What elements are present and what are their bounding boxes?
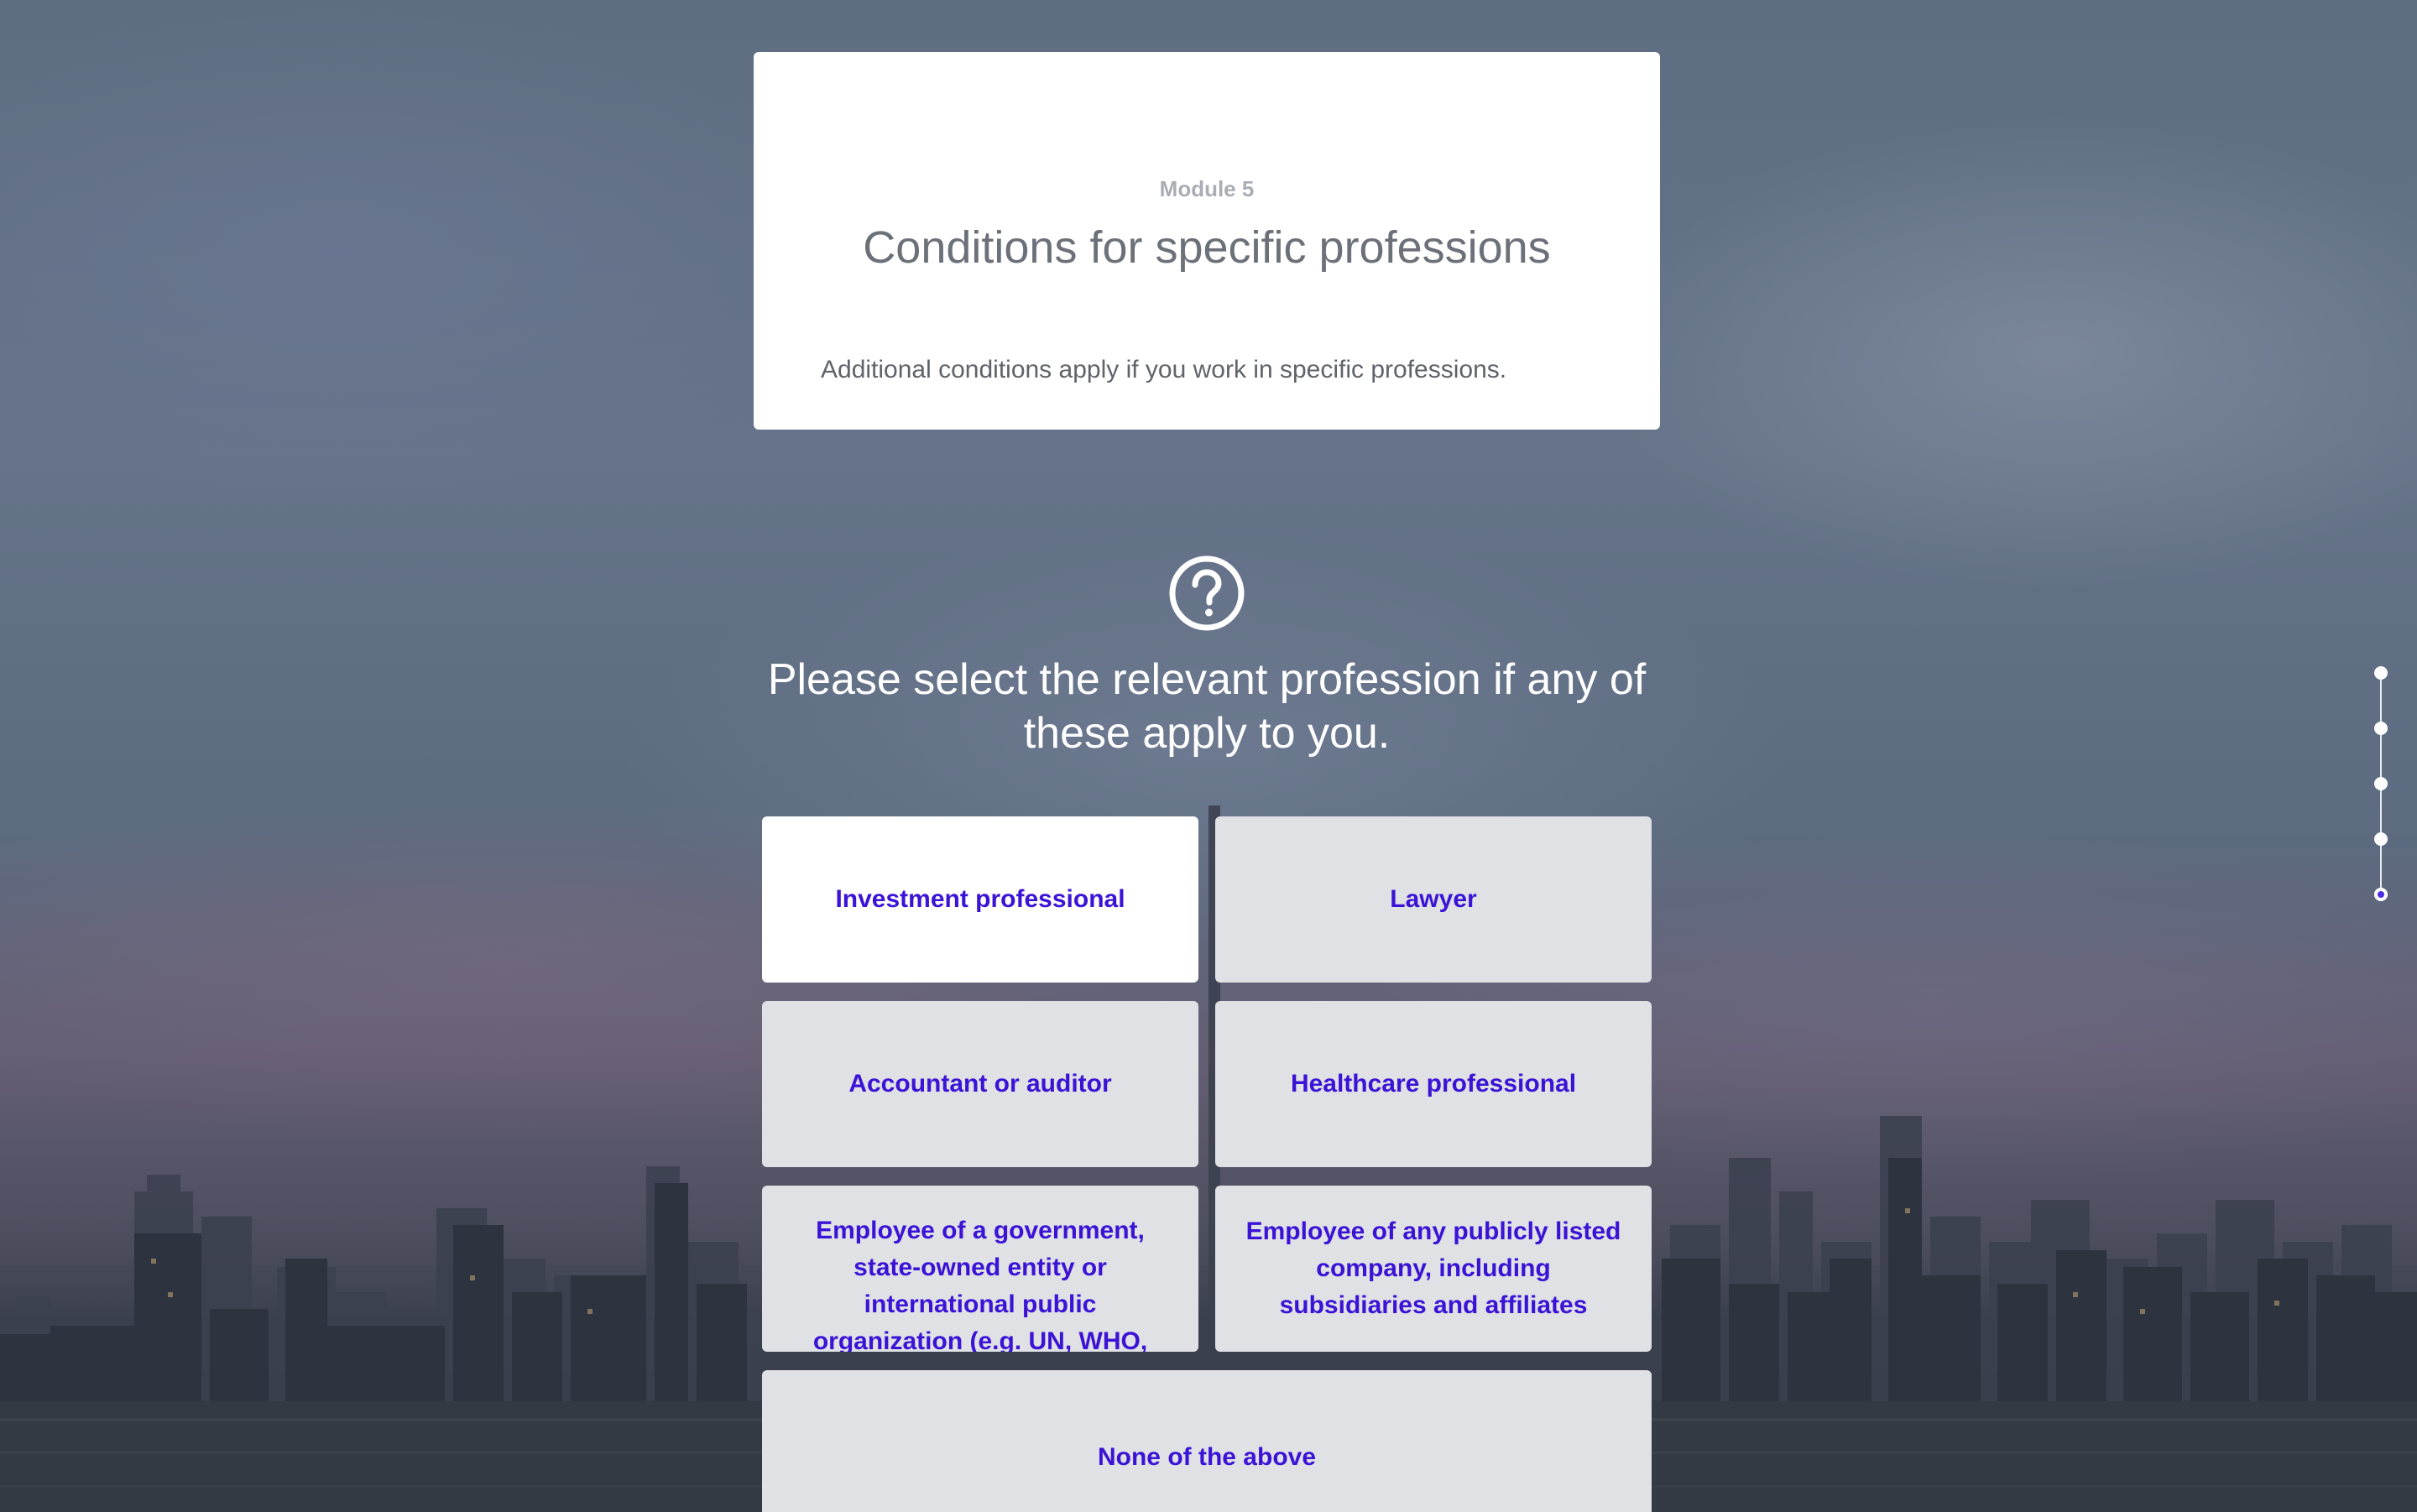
option-none-of-the-above[interactable]: None of the above [762, 1370, 1652, 1512]
option-label: Employee of any publicly listed company,… [1245, 1217, 1621, 1319]
module-card: Module 5 Conditions for specific profess… [754, 52, 1660, 430]
module-title: Conditions for specific professions [863, 222, 1551, 273]
option-label: Investment professional [835, 885, 1125, 913]
step-dot-2[interactable] [2374, 722, 2388, 735]
step-dot-5-active[interactable] [2374, 888, 2388, 901]
option-lawyer[interactable]: Lawyer [1215, 816, 1652, 983]
module-label: Module 5 [1159, 176, 1255, 201]
module-description: Additional conditions apply if you work … [821, 356, 1507, 383]
question-circle-icon [1167, 554, 1246, 633]
step-dot-3[interactable] [2374, 777, 2388, 790]
option-label: None of the above [1097, 1443, 1317, 1471]
question-text: Please select the relevant profession if… [767, 655, 1647, 758]
option-investment-professional[interactable]: Investment professional [762, 816, 1198, 983]
option-government-employee[interactable]: Employee of a government, state-owned en… [762, 1186, 1198, 1352]
step-navigation [2367, 663, 2395, 906]
option-listed-company-employee[interactable]: Employee of any publicly listed company,… [1215, 1186, 1652, 1352]
option-label: Healthcare professional [1290, 1070, 1577, 1098]
step-dot-1[interactable] [2374, 666, 2388, 680]
option-label: Lawyer [1390, 885, 1477, 913]
option-label: Accountant or auditor [848, 1070, 1112, 1098]
option-label: Employee of a government, state-owned en… [812, 1217, 1148, 1352]
option-healthcare-professional[interactable]: Healthcare professional [1215, 1001, 1652, 1167]
option-accountant-or-auditor[interactable]: Accountant or auditor [762, 1001, 1198, 1167]
step-dot-4[interactable] [2374, 832, 2388, 846]
